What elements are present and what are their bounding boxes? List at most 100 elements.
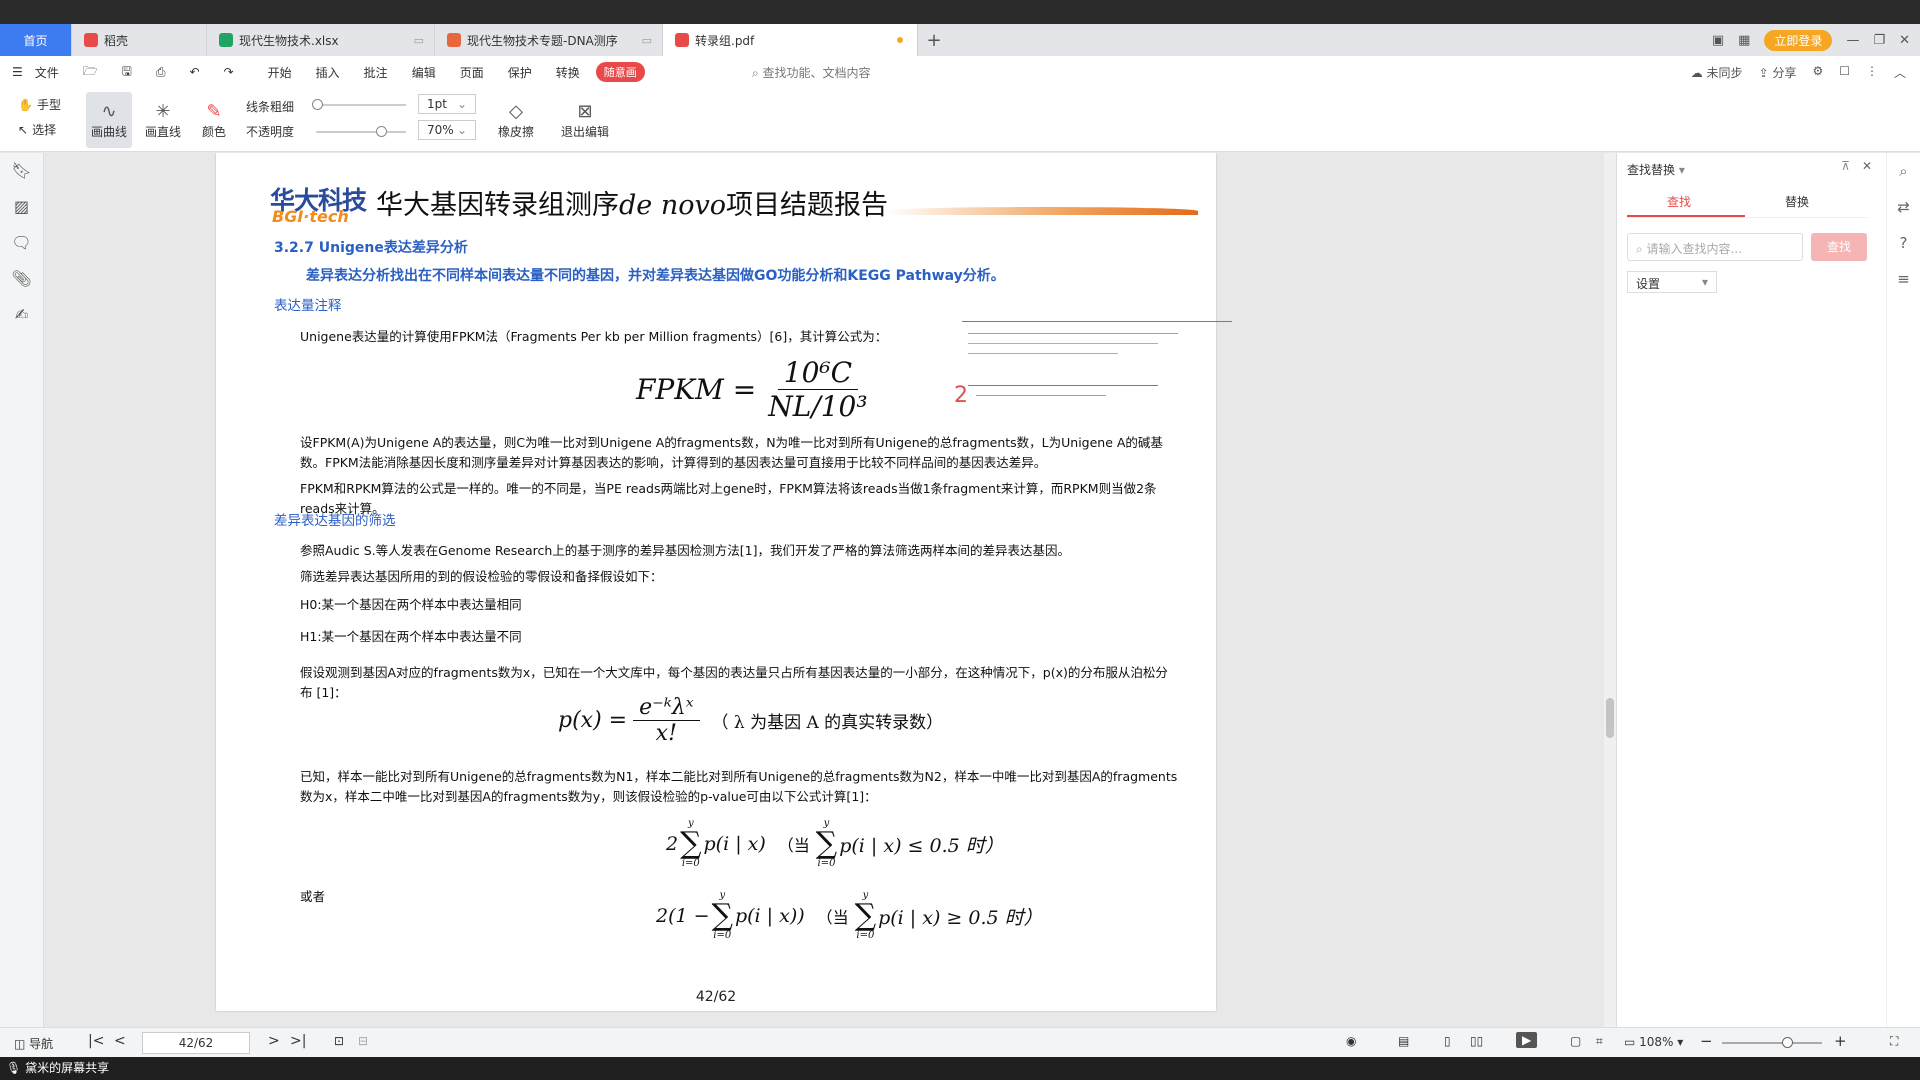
last-page-icon[interactable]: >| (290, 1033, 306, 1049)
attachment-icon[interactable]: 📎︎ (0, 261, 43, 297)
fit-width-icon[interactable]: ⊟ (358, 1034, 368, 1048)
monitor-icon[interactable]: ▭ (642, 34, 652, 47)
print-icon[interactable]: ⎙ (144, 65, 178, 80)
sum-symbol: y ∑ i=0 (712, 891, 733, 941)
section-heading: 3.2.7 Unigene表达差异分析 (274, 240, 468, 256)
play-icon[interactable]: ▶ (1516, 1032, 1538, 1048)
formula-part: 2 (666, 833, 679, 855)
zoom-select[interactable]: ▭ 108% ▾ (1624, 1035, 1683, 1049)
hamburger-icon[interactable]: ☰ (0, 65, 35, 79)
sigma-glyph: ∑ (711, 898, 733, 933)
page-view-icon[interactable]: ▯ (1444, 1034, 1451, 1048)
select-tool[interactable]: ↖ 选择 (18, 121, 56, 138)
menu-file[interactable]: 文件 (35, 64, 71, 81)
title-part: 项目结题报告 (726, 190, 888, 221)
pin-icon[interactable]: ⊼ (1841, 159, 1850, 173)
tab-ppt[interactable]: 现代生物技术专题-DNA测序 ▭ (435, 24, 663, 56)
line-width-slider[interactable] (312, 99, 406, 110)
more-icon[interactable]: ⋮ (1866, 64, 1878, 81)
next-page-icon[interactable]: > (268, 1033, 280, 1049)
line-width-select[interactable]: 1pt ⌄ (418, 94, 476, 114)
tab-xlsx[interactable]: 现代生物技术.xlsx ▭ (207, 24, 435, 56)
menu-start[interactable]: 开始 (256, 64, 304, 81)
undo-icon[interactable]: ↶ (178, 65, 212, 79)
menu-annotate[interactable]: 批注 (352, 64, 400, 81)
two-page-icon[interactable]: ▯▯ (1470, 1034, 1483, 1048)
slider-handle[interactable] (376, 126, 387, 137)
crop-icon[interactable]: ⌗ (1596, 1034, 1603, 1049)
nav-button[interactable]: ◫ 导航 (14, 1035, 53, 1052)
section-intro: 差异表达分析找出在不同样本间表达量不同的基因，并对差异表达基因做GO功能分析和K… (306, 268, 1005, 284)
translate-icon[interactable]: ⇄ (1887, 189, 1920, 225)
vertical-scrollbar[interactable] (1604, 153, 1616, 1027)
settings-icon[interactable]: ⚙ (1812, 64, 1823, 81)
eye-protect-icon[interactable]: ◉ (1346, 1034, 1356, 1048)
zoom-out-icon[interactable]: − (1700, 1032, 1713, 1050)
find-button[interactable]: 查找 (1811, 233, 1867, 261)
find-icon[interactable]: ⌕ (1887, 153, 1920, 189)
menu-page[interactable]: 页面 (448, 64, 496, 81)
layout-icon[interactable]: ▣ (1712, 33, 1724, 48)
signature-icon[interactable]: ✍︎ (0, 297, 43, 333)
single-page-icon[interactable]: ▤ (1398, 1034, 1409, 1048)
sigma-glyph: ∑ (680, 826, 702, 861)
page-input[interactable]: 42/62 (142, 1032, 250, 1054)
zoom-slider[interactable] (1722, 1037, 1822, 1048)
adjust-icon[interactable]: ≡ (1887, 261, 1920, 297)
exit-edit-button[interactable]: ⊠ 退出编辑 (556, 92, 614, 148)
feature-search[interactable]: ⌕ 查找功能、文档内容 (752, 64, 871, 81)
tab-pdf[interactable]: 转录组.pdf (663, 24, 918, 56)
slider-handle[interactable] (1782, 1037, 1793, 1048)
first-page-icon[interactable]: |< (88, 1033, 104, 1049)
thumbnail-icon[interactable]: ▨ (0, 189, 43, 225)
help-icon[interactable]: ? (1887, 225, 1920, 261)
new-tab-button[interactable]: + (918, 24, 950, 56)
grid-icon[interactable]: ▦ (1738, 33, 1750, 48)
open-icon[interactable]: 🗁 (71, 62, 110, 83)
settings-dropdown[interactable]: 设置 ▾ (1627, 271, 1717, 293)
menu-edit[interactable]: 编辑 (400, 64, 448, 81)
tab-home[interactable]: 首页 (0, 24, 72, 56)
share-button[interactable]: ⇪ 分享 (1759, 64, 1797, 81)
formula-numerator: e⁻ᵏλˣ (633, 695, 700, 721)
eraser-tool[interactable]: ◇ 橡皮擦 (490, 92, 542, 148)
paragraph: FPKM和RPKM算法的公式是一样的。唯一的不同是，当PE reads两端比对上… (300, 481, 1157, 516)
tab-find[interactable]: 查找 (1667, 193, 1691, 210)
comment-icon[interactable]: ☐ (1839, 64, 1850, 81)
opacity-slider[interactable] (316, 126, 406, 137)
zoom-in-icon[interactable]: + (1834, 1032, 1847, 1050)
login-button[interactable]: 立即登录 (1764, 29, 1833, 51)
scroll-thumb[interactable] (1606, 698, 1614, 738)
bookmark-icon[interactable]: 🔖︎ (0, 153, 43, 189)
menu-insert[interactable]: 插入 (304, 64, 352, 81)
monitor-icon[interactable]: ▭ (414, 34, 424, 47)
prev-page-icon[interactable]: < (114, 1033, 126, 1049)
restore-icon[interactable]: ❐ (1873, 33, 1885, 48)
close-icon[interactable]: ✕ (1862, 159, 1872, 173)
menu-protect[interactable]: 保护 (496, 64, 544, 81)
close-icon[interactable]: ✕ (1899, 33, 1910, 48)
paragraph: 已知，样本一能比对到所有Unigene的总fragments数为N1，样本二能比… (300, 769, 1178, 804)
panel-title: 查找替换 ▾ (1627, 161, 1685, 178)
slider-handle[interactable] (312, 99, 323, 110)
sync-button[interactable]: ☁ 未同步 (1691, 64, 1743, 81)
tab-replace[interactable]: 替换 (1785, 193, 1809, 210)
hand-tool[interactable]: ✋ 手型 (18, 96, 61, 113)
menu-convert[interactable]: 转换 (544, 64, 592, 81)
opacity-select[interactable]: 70% ⌄ (418, 120, 476, 140)
fit-icon[interactable]: ▢ (1570, 1034, 1581, 1048)
fit-page-icon[interactable]: ⊡ (334, 1034, 344, 1048)
redo-icon[interactable]: ↷ (212, 65, 246, 79)
draw-line-tool[interactable]: ✳ 画直线 (140, 92, 186, 148)
sigma-glyph: ∑ (854, 898, 877, 933)
collapse-icon[interactable]: ︿ (1894, 64, 1906, 81)
comment-icon[interactable]: 🗨︎ (0, 225, 43, 261)
tab-daoke[interactable]: 稻壳 (72, 24, 207, 56)
minimize-icon[interactable]: — (1846, 33, 1859, 48)
fullscreen-icon[interactable]: ⛶ (1890, 1034, 1898, 1049)
color-picker[interactable]: ✎ 颜色 (194, 92, 234, 148)
save-icon[interactable]: 🖫 (110, 62, 144, 83)
find-input[interactable]: ⌕ 请输入查找内容... (1627, 233, 1803, 261)
freehand-draw-tab[interactable]: 随意画 (595, 62, 645, 82)
draw-curve-tool[interactable]: ∿ 画曲线 (86, 92, 132, 148)
